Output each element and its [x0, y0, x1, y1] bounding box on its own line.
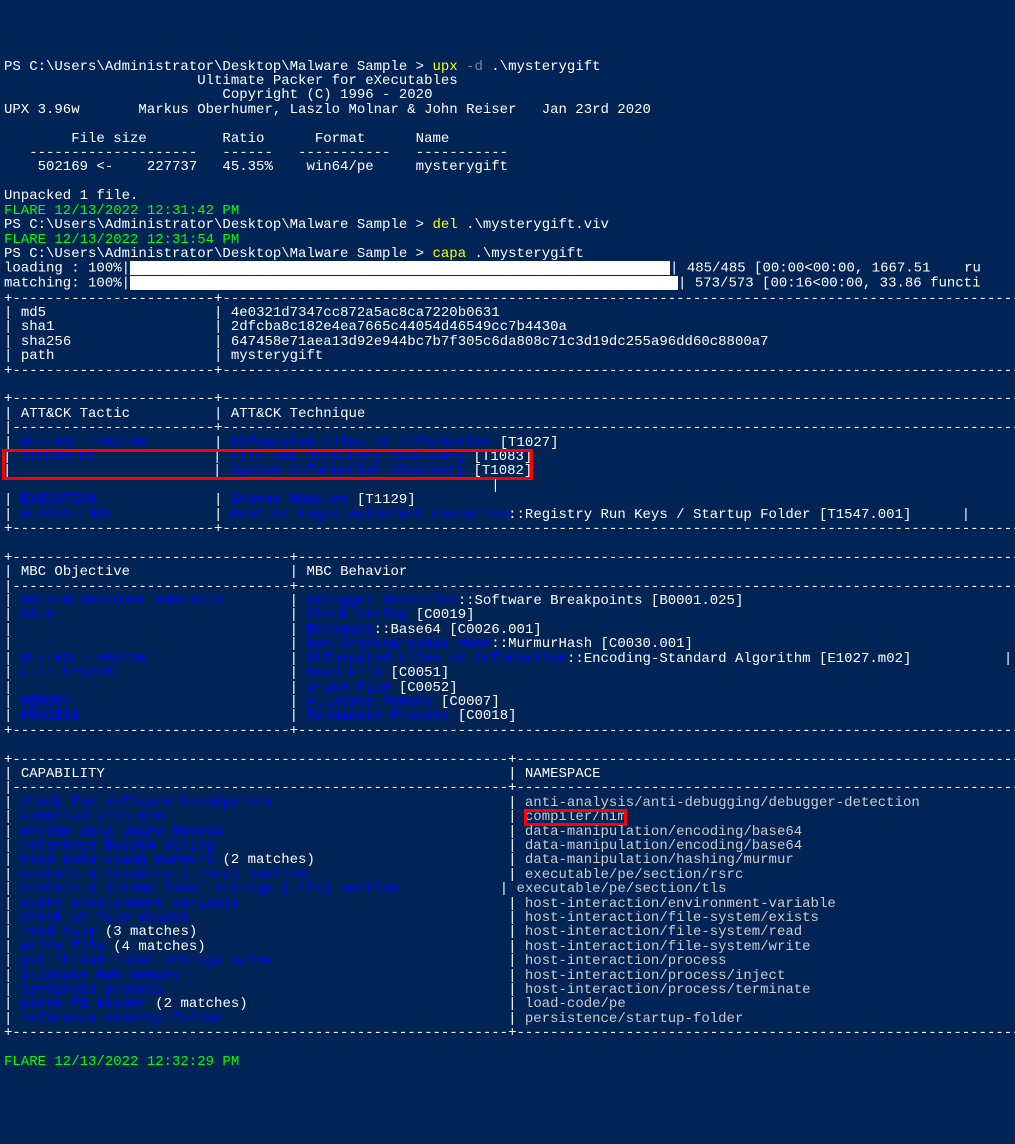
- capa-arg: .\mysterygift: [475, 246, 584, 262]
- upx-table-row: 502169 <- 227737 45.35% win64/pe mystery…: [4, 159, 508, 175]
- upx-version: UPX 3.96w Markus Oberhumer, Laszlo Molna…: [4, 102, 651, 118]
- timestamp-3: FLARE 12/13/2022 12:32:29 PM: [4, 1054, 239, 1070]
- cmd-del: del: [432, 217, 466, 233]
- attack-table-bot: +------------------------+--------------…: [4, 521, 1015, 537]
- ps-prompt-3: PS C:\Users\Administrator\Desktop\Malwar…: [4, 246, 432, 262]
- cmd-capa: capa: [432, 246, 474, 262]
- upx-flag: -d: [466, 59, 483, 75]
- cap-table-bot: +---------------------------------------…: [4, 1025, 1015, 1041]
- compiler-nim-highlight-box: compiler/nim: [525, 810, 626, 824]
- loading-progress-bar: [130, 261, 670, 275]
- terminal-output: PS C:\Users\Administrator\Desktop\Malwar…: [4, 60, 1011, 1070]
- upx-arg: .\mysterygift: [483, 59, 601, 75]
- matching-progress-bar: [130, 276, 678, 290]
- loading-label: loading : 100%|: [4, 261, 130, 277]
- hash-table-bot: +------------------------+--------------…: [4, 363, 1015, 379]
- del-arg: .\mysterygift.viv: [466, 217, 609, 233]
- discovery-highlight-box: | DISCOVERY | File and Directory Discove…: [3, 450, 532, 479]
- mbc-table-bot: +---------------------------------+-----…: [4, 723, 1015, 739]
- loading-suffix: | 485/485 [00:00<00:00, 1667.51 ru: [670, 261, 981, 277]
